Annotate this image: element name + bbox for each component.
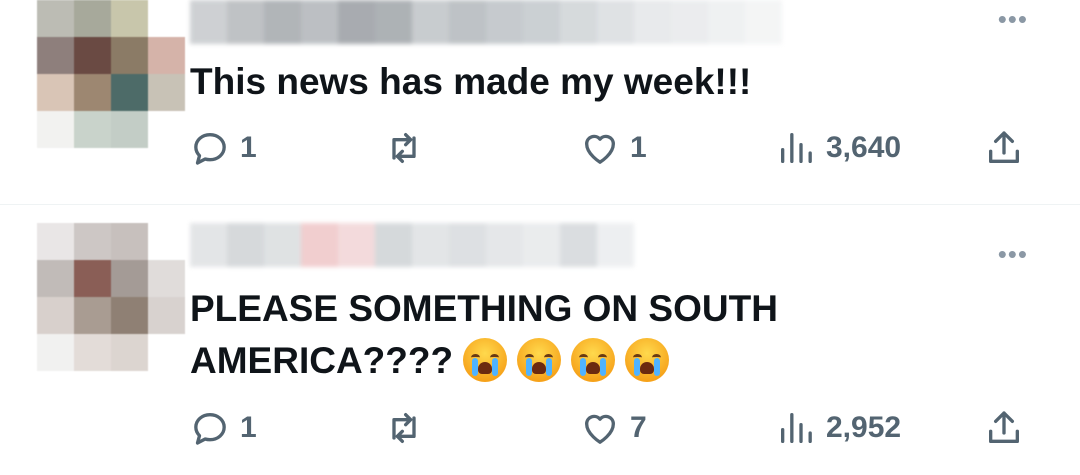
loudly-crying-face-icon: [571, 338, 616, 382]
tweet-actions: 1 7 2,952: [0, 408, 1080, 448]
loudly-crying-face-icon: [463, 338, 508, 382]
share-button[interactable]: [984, 408, 1024, 448]
reply-button[interactable]: 1: [190, 408, 257, 448]
reply-icon: [194, 413, 226, 445]
reply-count: 1: [240, 411, 257, 444]
tweet[interactable]: ••• This news has made my week!!! 1 1 3,…: [0, 0, 1080, 204]
share-icon: [989, 411, 1019, 443]
reply-icon: [194, 133, 226, 165]
view-count: 2,952: [826, 411, 902, 444]
like-button[interactable]: 1: [580, 128, 647, 168]
share-icon: [989, 131, 1019, 163]
view-count: 3,640: [826, 131, 902, 164]
retweet-icon: [392, 413, 416, 443]
tweet-text: PLEASE SOMETHING ON SOUTH AMERICA????: [190, 283, 890, 387]
more-options-icon[interactable]: •••: [998, 4, 1028, 35]
loudly-crying-face-icon: [517, 338, 562, 382]
views-button[interactable]: 3,640: [776, 128, 901, 168]
like-count: 1: [630, 131, 647, 164]
loudly-crying-face-icon: [625, 338, 670, 382]
avatar[interactable]: [37, 0, 185, 148]
heart-icon: [585, 134, 615, 164]
reply-button[interactable]: 1: [190, 128, 257, 168]
analytics-icon: [781, 413, 812, 443]
tweet-text: This news has made my week!!!: [190, 61, 752, 102]
retweet-button[interactable]: [384, 408, 434, 448]
author-name-blurred[interactable]: [190, 0, 782, 44]
heart-icon: [585, 414, 615, 444]
retweet-icon: [392, 133, 416, 163]
share-button[interactable]: [984, 128, 1024, 168]
retweet-button[interactable]: [384, 128, 434, 168]
analytics-icon: [781, 133, 812, 163]
like-button[interactable]: 7: [580, 408, 647, 448]
reply-count: 1: [240, 131, 257, 164]
avatar[interactable]: [37, 223, 185, 371]
like-count: 7: [630, 411, 647, 444]
more-options-icon[interactable]: •••: [998, 239, 1028, 270]
tweet-actions: 1 1 3,640: [0, 128, 1080, 168]
tweet[interactable]: ••• PLEASE SOMETHING ON SOUTH AMERICA???…: [0, 205, 1080, 475]
views-button[interactable]: 2,952: [776, 408, 901, 448]
author-name-blurred[interactable]: [190, 223, 634, 267]
